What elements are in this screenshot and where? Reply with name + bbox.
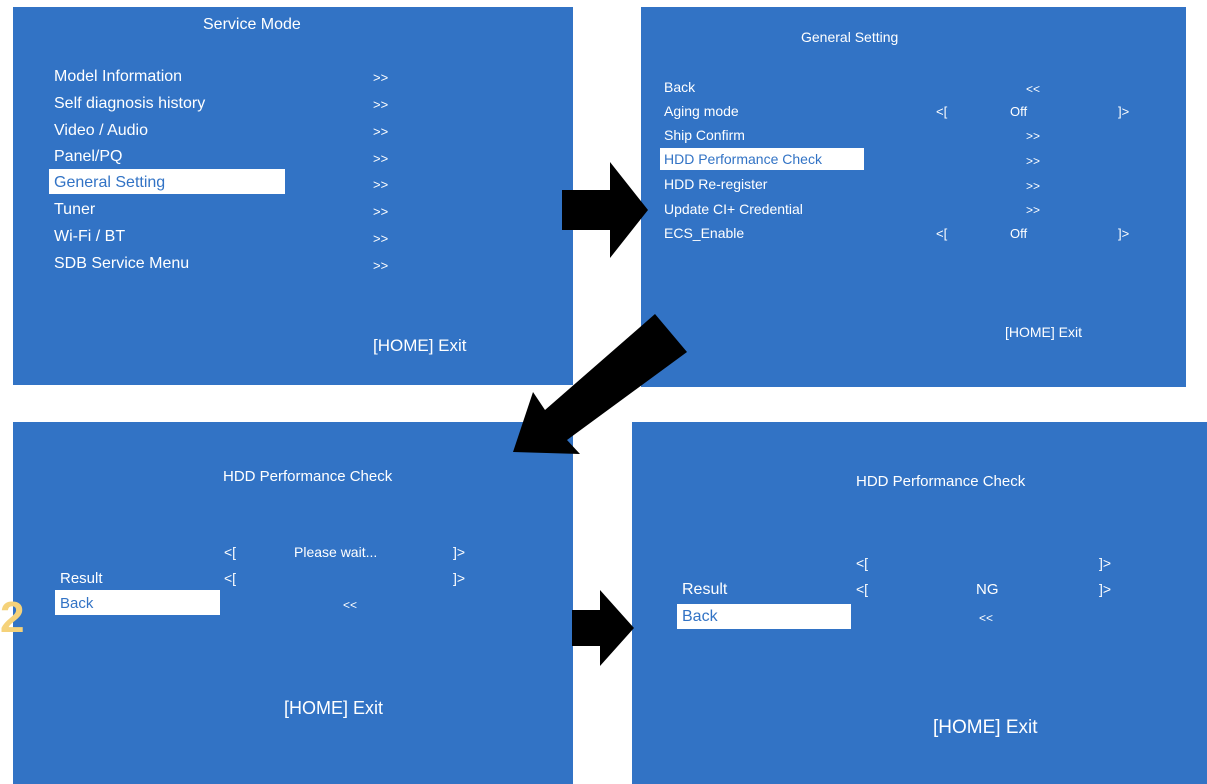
option-left-bracket[interactable]: <[	[936, 105, 947, 118]
menu-item-label: Wi-Fi / BT	[54, 228, 126, 245]
menu-item-label: Tuner	[54, 201, 96, 218]
home-exit-hint: [HOME] Exit	[373, 336, 467, 355]
menu-item-label: HDD Re-register	[664, 176, 768, 192]
menu-item-label: General Setting	[54, 174, 166, 191]
menu-item-label: Back	[664, 79, 696, 95]
back-arrow: <<	[343, 598, 358, 612]
menu-item-label: HDD Performance Check	[664, 151, 822, 167]
menu-item-arrow: >>	[373, 204, 389, 219]
arrow-down-left-icon	[513, 314, 687, 454]
general-setting-title: General Setting	[801, 29, 899, 45]
result-label: Result	[682, 581, 728, 598]
option-right-bracket[interactable]: ]>	[1118, 227, 1129, 240]
watermark-digit: 2	[0, 593, 25, 642]
menu-item-label: Model Information	[54, 68, 183, 85]
menu-item-label: Aging mode	[664, 103, 739, 119]
menu-item-arrow: >>	[373, 177, 389, 192]
menu-item-label: Self diagnosis history	[54, 95, 206, 112]
status-please-wait: Please wait...	[294, 544, 378, 560]
menu-item-arrow: >>	[1026, 129, 1041, 143]
menu-item-arrow: <<	[1026, 82, 1041, 96]
service-mode-title: Service Mode	[203, 16, 301, 33]
menu-item-label: Update CI+ Credential	[664, 201, 803, 217]
back-arrow: <<	[979, 611, 994, 625]
menu-item-arrow: >>	[1026, 154, 1041, 168]
arrow-right-icon	[572, 590, 634, 666]
arrow-right-icon	[562, 162, 648, 258]
menu-item-arrow: >>	[373, 124, 389, 139]
option-right-bracket: ]>	[1099, 555, 1112, 571]
service-mode-panel: Service Mode Model Information >> Self d…	[13, 7, 573, 385]
option-left-bracket: <[	[224, 570, 237, 586]
menu-item-arrow: >>	[1026, 203, 1041, 217]
option-left-bracket: <[	[856, 581, 869, 597]
home-exit-hint: [HOME] Exit	[284, 698, 384, 718]
menu-item-label: SDB Service Menu	[54, 255, 190, 272]
menu-item-label: Video / Audio	[54, 122, 149, 139]
home-exit-hint: [HOME] Exit	[1005, 324, 1083, 340]
menu-item-arrow: >>	[373, 258, 389, 273]
menu-item-arrow: >>	[373, 151, 389, 166]
option-right-bracket: ]>	[453, 544, 466, 560]
hdd-check-title: HDD Performance Check	[223, 468, 393, 485]
general-setting-panel: General Setting Back << Aging mode <[ Of…	[641, 7, 1186, 387]
option-left-bracket[interactable]: <[	[936, 227, 947, 240]
hdd-check-title: HDD Performance Check	[856, 473, 1026, 490]
menu-item-arrow: >>	[1026, 179, 1041, 193]
menu-item-label: Panel/PQ	[54, 148, 123, 165]
menu-item-label: ECS_Enable	[664, 225, 745, 241]
menu-item-arrow: >>	[373, 97, 389, 112]
option-value: Off	[1010, 104, 1028, 119]
menu-item-arrow: >>	[373, 70, 389, 85]
result-label: Result	[60, 570, 103, 587]
menu-item-arrow: >>	[373, 231, 389, 246]
option-left-bracket: <[	[856, 555, 869, 571]
option-left-bracket: <[	[224, 544, 237, 560]
option-right-bracket: ]>	[453, 570, 466, 586]
result-value-ng: NG	[976, 581, 999, 598]
back-label: Back	[682, 608, 718, 625]
home-exit-hint: [HOME] Exit	[933, 717, 1038, 738]
option-value: Off	[1010, 226, 1028, 241]
hdd-check-result-panel: HDD Performance Check <[ ]> Result <[ NG…	[632, 422, 1207, 784]
menu-item-label: Ship Confirm	[664, 127, 745, 143]
option-right-bracket[interactable]: ]>	[1118, 105, 1129, 118]
hdd-check-wait-panel: HDD Performance Check <[ Please wait... …	[13, 422, 573, 784]
back-label: Back	[60, 595, 94, 612]
option-right-bracket: ]>	[1099, 581, 1112, 597]
